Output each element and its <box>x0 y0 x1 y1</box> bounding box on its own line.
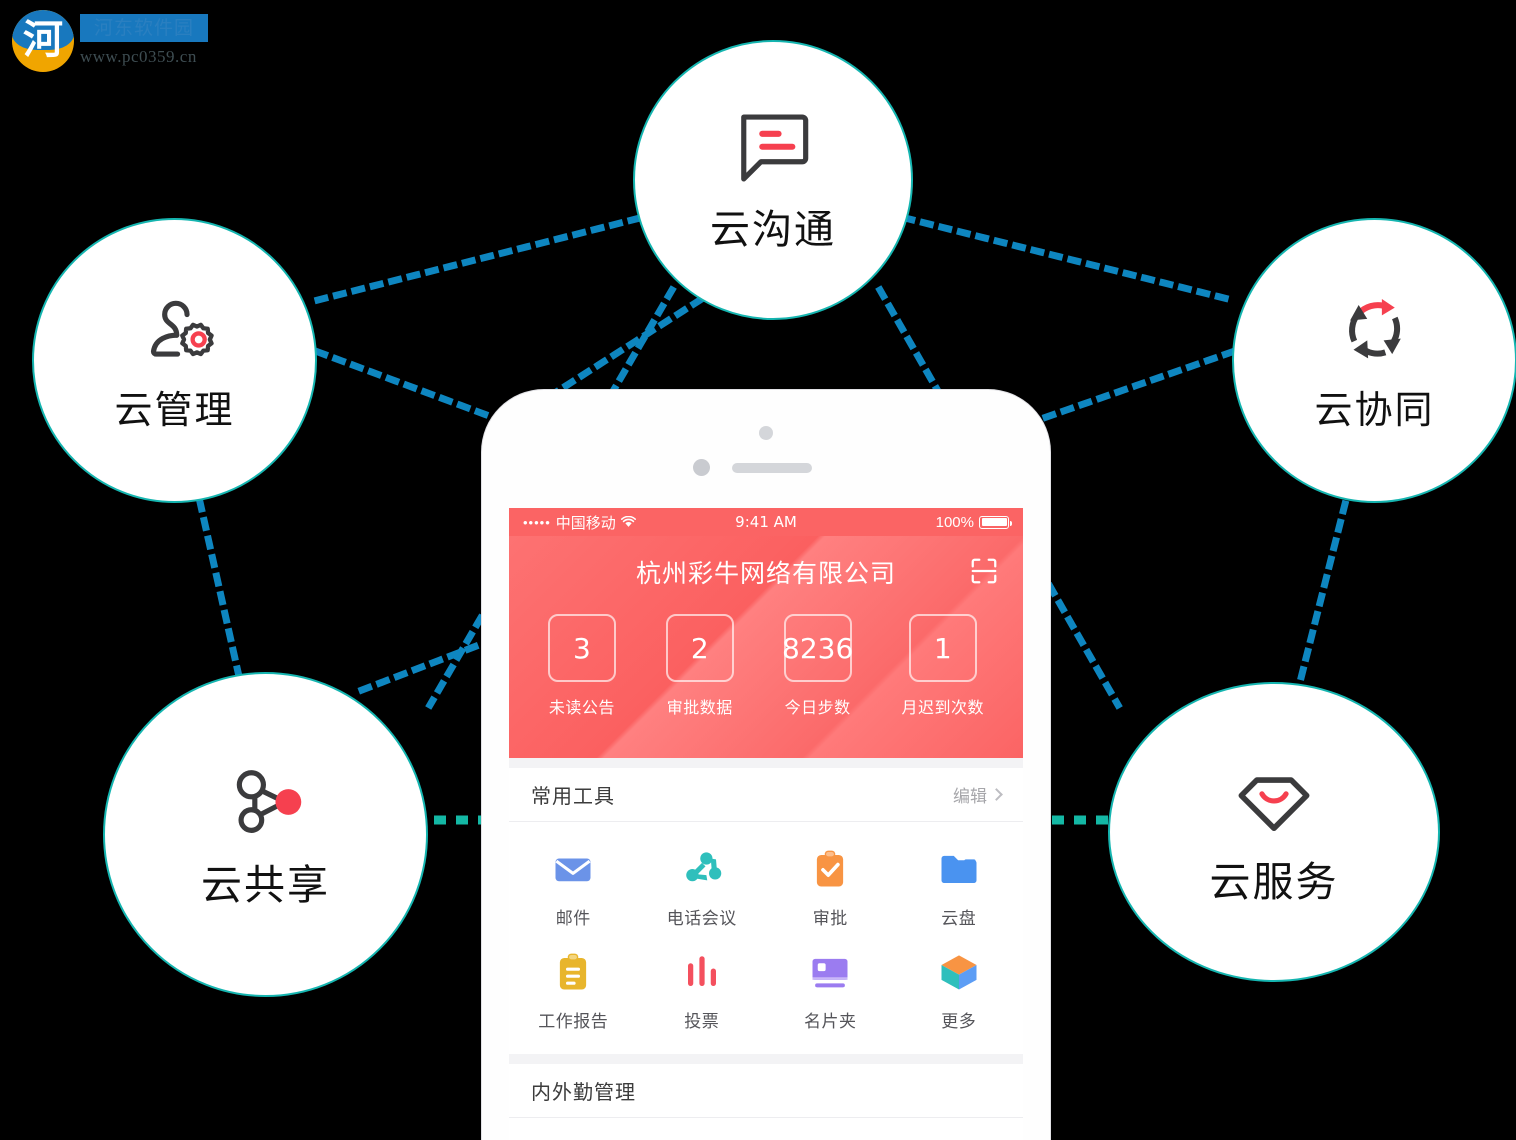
stat-item[interactable]: 3 未读公告 <box>547 614 616 718</box>
stat-label: 未读公告 <box>548 698 615 717</box>
attendance-title: 内外勤管理 <box>531 1080 636 1104</box>
camera-icon <box>759 426 773 440</box>
speaker-grille-icon <box>732 463 812 473</box>
sensor-icon <box>693 459 710 476</box>
link-collab-service <box>1295 499 1350 687</box>
tool-label: 云盘 <box>941 909 977 929</box>
node-label: 云协同 <box>1314 388 1435 432</box>
chevron-right-icon <box>990 788 1003 801</box>
phone-screen: ••••• 中国移动 9:41 AM 100% 杭州彩牛网络有限公司 3 未读公… <box>509 508 1023 1140</box>
attendance-item-clock[interactable] <box>509 1132 638 1140</box>
tool-item-workreport[interactable]: 工作报告 <box>509 939 638 1042</box>
node-cloud-service[interactable]: 云服务 <box>1108 682 1440 982</box>
stat-value: 8236 <box>782 614 853 682</box>
stat-item[interactable]: 8236 今日步数 <box>782 614 853 718</box>
tools-title: 常用工具 <box>531 784 615 808</box>
watermark-logo-icon: 河 <box>12 10 74 72</box>
node-label: 云共享 <box>201 860 330 909</box>
node-label: 云沟通 <box>710 207 836 253</box>
app-header: 杭州彩牛网络有限公司 3 未读公告 2 审批数据 8236 今日步数 1 月迟到… <box>509 536 1023 758</box>
share-nodes-icon <box>236 769 301 833</box>
stat-label: 审批数据 <box>666 698 733 717</box>
tool-label: 邮件 <box>555 909 591 929</box>
clipboard-lines-icon <box>560 953 587 990</box>
envelope-icon <box>555 858 591 882</box>
tool-item-approval[interactable]: 审批 <box>766 836 895 939</box>
user-gear-icon <box>150 300 214 357</box>
tool-item-clouddisk[interactable]: 云盘 <box>895 836 1024 939</box>
clipboard-check-icon <box>817 850 844 887</box>
tool-item-more[interactable]: 更多 <box>895 939 1024 1042</box>
watermark-site-name-bar: 河东软件园 <box>80 14 208 42</box>
speech-bubble-icon <box>741 114 809 182</box>
watermark: 河 河东软件园 www.pc0359.cn <box>8 4 214 76</box>
battery-percent-label: 100% <box>935 513 974 531</box>
stat-label: 今日步数 <box>784 698 851 717</box>
attendance-card-header: 内外勤管理 <box>509 1064 1023 1118</box>
attendance-grid <box>509 1118 1023 1140</box>
tool-item-conference[interactable]: 电话会议 <box>638 836 767 939</box>
tool-item-namecard[interactable]: 名片夹 <box>766 939 895 1042</box>
tool-label: 投票 <box>684 1012 720 1032</box>
node-label: 云服务 <box>1209 858 1339 906</box>
link-comm-collab <box>900 213 1237 305</box>
attendance-item-briefcase[interactable] <box>766 1132 895 1140</box>
stat-item[interactable]: 2 审批数据 <box>665 614 734 718</box>
watermark-site-name: 河东软件园 <box>93 17 194 39</box>
node-cloud-management[interactable]: 云管理 <box>32 218 317 503</box>
attendance-item-list[interactable] <box>895 1132 1024 1140</box>
cube-icon <box>941 955 977 990</box>
tools-card: 常用工具 编辑 邮件 电话会议 审批 云盘 工作报告 投票 名片夹 更多 <box>509 768 1023 1054</box>
tool-item-mail[interactable]: 邮件 <box>509 836 638 939</box>
company-title: 杭州彩牛网络有限公司 <box>635 559 896 588</box>
stat-value: 3 <box>547 614 616 682</box>
node-label: 云管理 <box>114 388 235 432</box>
tool-label: 电话会议 <box>666 909 737 929</box>
stat-value: 1 <box>908 614 977 682</box>
conference-nodes-icon <box>686 852 721 882</box>
tools-grid: 邮件 电话会议 审批 云盘 工作报告 投票 名片夹 更多 <box>509 822 1023 1054</box>
scan-code-icon[interactable] <box>969 556 999 586</box>
watermark-url: www.pc0359.cn <box>80 47 197 66</box>
attendance-card: 内外勤管理 <box>509 1064 1023 1140</box>
attendance-item-pin[interactable] <box>638 1132 767 1140</box>
tool-label: 审批 <box>812 909 848 929</box>
diamond-smile-icon <box>1238 777 1310 832</box>
stat-label: 月迟到次数 <box>901 698 985 717</box>
tool-label: 名片夹 <box>804 1012 857 1032</box>
tool-item-vote[interactable]: 投票 <box>638 939 767 1042</box>
watermark-glyph: 河 <box>23 17 63 62</box>
phone-mockup: ••••• 中国移动 9:41 AM 100% 杭州彩牛网络有限公司 3 未读公… <box>482 390 1050 1140</box>
link-manage-comm <box>313 213 645 305</box>
link-collab-phone <box>1033 347 1237 425</box>
namecard-icon <box>812 958 848 988</box>
stats-row: 3 未读公告 2 审批数据 8236 今日步数 1 月迟到次数 <box>509 614 1023 718</box>
link-manage-share <box>195 497 243 677</box>
battery-icon <box>979 515 1012 529</box>
node-cloud-collaboration[interactable]: 云协同 <box>1232 218 1516 503</box>
edit-label: 编辑 <box>953 787 987 807</box>
stat-value: 2 <box>665 614 734 682</box>
sync-arrows-icon <box>1348 299 1401 359</box>
link-manage-phone <box>313 347 505 425</box>
edit-tools-button[interactable]: 编辑 <box>953 782 1003 807</box>
tool-label: 更多 <box>941 1012 977 1032</box>
tool-label: 工作报告 <box>538 1012 609 1032</box>
stat-item[interactable]: 1 月迟到次数 <box>902 614 985 718</box>
folder-icon <box>941 855 977 883</box>
tools-card-header: 常用工具 编辑 <box>509 768 1023 822</box>
link-share-phone <box>357 635 497 695</box>
diagram-canvas: 河 河东软件园 www.pc0359.cn 云沟通 云管理 云协同 云共享 云服… <box>0 0 1516 1140</box>
status-bar: ••••• 中国移动 9:41 AM 100% <box>509 508 1023 536</box>
bar-chart-icon <box>687 956 716 986</box>
node-cloud-share[interactable]: 云共享 <box>103 672 428 997</box>
node-cloud-communication[interactable]: 云沟通 <box>633 40 913 320</box>
